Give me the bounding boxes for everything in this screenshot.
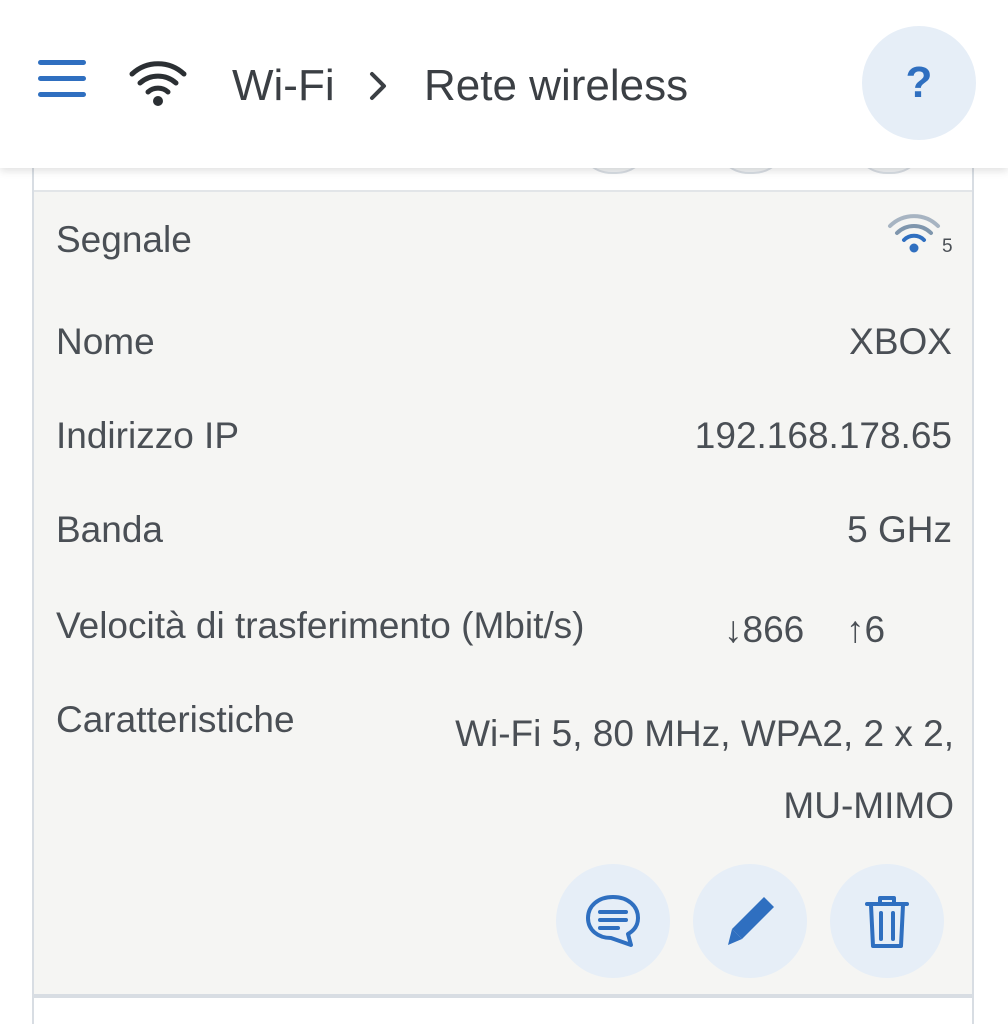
details-button[interactable] bbox=[556, 864, 670, 978]
chevron-right-icon bbox=[370, 72, 386, 100]
band-label: Banda bbox=[56, 509, 163, 550]
download-speed: ↓866 bbox=[724, 609, 805, 650]
help-button[interactable]: ? bbox=[862, 26, 976, 140]
hamburger-icon-line bbox=[38, 92, 86, 97]
app-header: Wi-Fi Rete wireless ? bbox=[0, 0, 1008, 168]
upload-speed: ↑6 bbox=[846, 609, 886, 650]
signal-level: 5 bbox=[942, 236, 953, 257]
page-title: Rete wireless bbox=[424, 61, 689, 110]
menu-button[interactable] bbox=[38, 58, 88, 100]
features-value: Wi-Fi 5, 80 MHz, WPA2, 2 x 2, MU-MIMO bbox=[455, 713, 954, 826]
wifi-signal-icon bbox=[888, 214, 940, 253]
band-value: 5 GHz bbox=[847, 509, 952, 550]
pencil-icon bbox=[728, 897, 774, 945]
features-label: Caratteristiche bbox=[56, 699, 295, 740]
breadcrumb-wifi[interactable]: Wi-Fi bbox=[232, 58, 335, 114]
wifi-icon bbox=[129, 61, 187, 106]
hamburger-icon-line bbox=[38, 60, 86, 65]
signal-label: Segnale bbox=[56, 219, 192, 260]
delete-button[interactable] bbox=[830, 864, 944, 978]
speed-label: Velocità di trasferimento (Mbit/s) bbox=[56, 605, 585, 646]
next-device-card[interactable] bbox=[32, 996, 974, 1024]
message-icon bbox=[586, 895, 640, 947]
ip-value: 192.168.178.65 bbox=[694, 415, 952, 456]
ip-label: Indirizzo IP bbox=[56, 415, 240, 456]
page: Segnale 5 Nome XBOX Indirizzo IP 192.168… bbox=[0, 0, 1008, 1024]
name-label: Nome bbox=[56, 321, 155, 362]
hamburger-icon-line bbox=[38, 76, 86, 81]
wifi-signal-icon bbox=[886, 1012, 946, 1024]
name-value: XBOX bbox=[849, 321, 952, 362]
trash-icon bbox=[865, 896, 909, 948]
edit-button[interactable] bbox=[693, 864, 807, 978]
device-card: Segnale 5 Nome XBOX Indirizzo IP 192.168… bbox=[32, 100, 974, 996]
